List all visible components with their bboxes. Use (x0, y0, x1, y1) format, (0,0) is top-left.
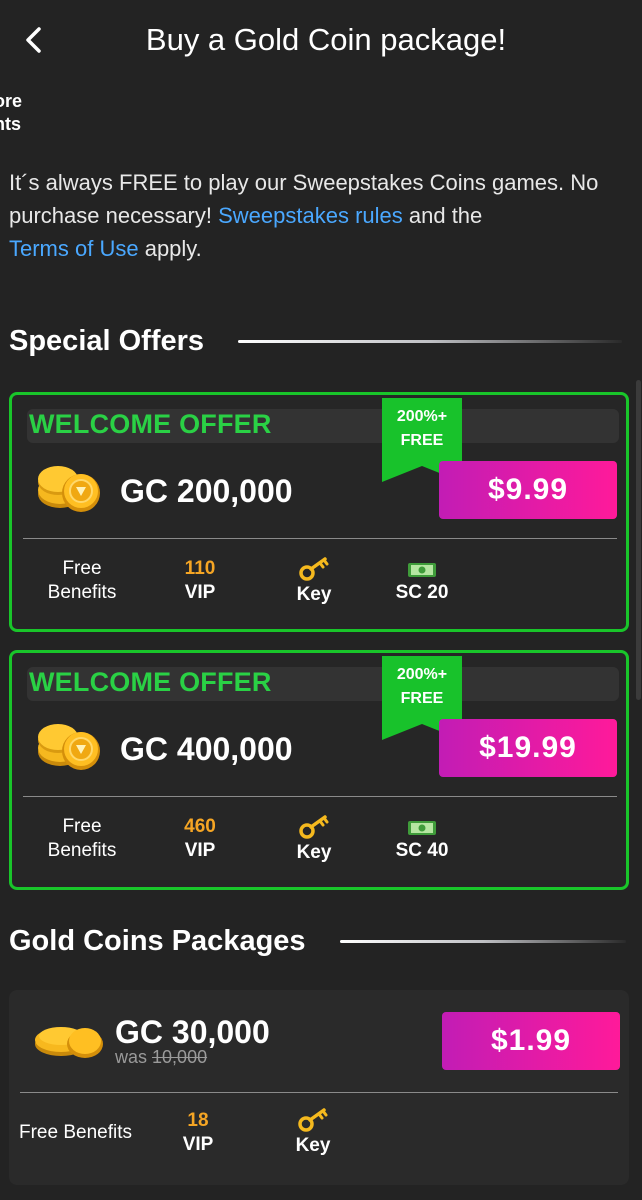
special-offers-heading: Special Offers (9, 325, 623, 358)
gold-coins-icon (38, 724, 100, 770)
offer-card: WELCOME OFFER 200%+ FREE GC 400,000 $19.… (9, 650, 629, 890)
sc-benefit: SC 20 (382, 561, 462, 605)
key-label: Key (295, 1135, 331, 1156)
key-icon (299, 557, 329, 581)
key-icon (299, 815, 329, 839)
offer-card: WELCOME OFFER 200%+ FREE GC 200,000 $9.9… (9, 392, 629, 632)
buy-price-button[interactable]: $19.99 (439, 719, 617, 777)
gold-coins-icon (38, 466, 100, 512)
key-label: Key (296, 842, 332, 863)
gc-amount: GC 30,000 (115, 1014, 270, 1050)
sc-benefit: SC 40 (382, 819, 462, 863)
buy-price-button[interactable]: $1.99 (442, 1012, 620, 1070)
intro-text-2: and the (402, 203, 483, 228)
page-title: Buy a Gold Coin package! (145, 22, 507, 57)
vip-points-value: 18 (187, 1110, 209, 1131)
vip-benefit: 18 VIP (158, 1109, 238, 1157)
vip-label: VIP (184, 582, 216, 603)
intro-paragraph: It´s always FREE to play our Sweepstakes… (9, 166, 634, 265)
buy-price-button[interactable]: $9.99 (439, 461, 617, 519)
vip-points-value: 460 (184, 816, 216, 837)
vip-points-value: 110 (184, 558, 216, 579)
ribbon-line-2: FREE (400, 432, 444, 449)
gc-amount: GC 200,000 (120, 473, 293, 509)
scrollbar[interactable] (636, 380, 641, 700)
ribbon-text: 200%+ FREE (382, 663, 462, 711)
vip-benefit: 460 VIP (160, 815, 240, 863)
free-benefits-label: Free Benefits (42, 557, 122, 605)
welcome-offer-label: WELCOME OFFER (29, 409, 272, 439)
gc-amount: GC 400,000 (120, 731, 293, 767)
key-label: Key (296, 584, 332, 605)
free-benefits-text: Free Benefits (47, 816, 117, 861)
card-divider (20, 1092, 618, 1093)
terms-of-use-link[interactable]: Terms of Use (9, 236, 139, 261)
ribbon-line-1: 200%+ (396, 408, 448, 425)
free-benefits-label: Free Benefits (42, 815, 122, 863)
vip-label: VIP (184, 840, 216, 861)
cash-icon (408, 821, 436, 835)
intro-text-3: apply. (138, 236, 202, 261)
welcome-offer-label: WELCOME OFFER (29, 667, 272, 697)
vip-label: VIP (182, 1134, 214, 1155)
ribbon-text: 200%+ FREE (382, 405, 462, 453)
ribbon-line-1: 200%+ (396, 666, 448, 683)
key-icon (298, 1108, 328, 1132)
sweepstakes-rules-link[interactable]: Sweepstakes rules (218, 203, 403, 228)
ribbon-line-2: FREE (400, 690, 444, 707)
clipped-text-line-2: nts (0, 114, 21, 134)
card-divider (23, 538, 617, 539)
was-value: 10,000 (152, 1047, 208, 1067)
free-benefits-label: Free Benefits (19, 1122, 132, 1143)
clipped-text-line-1: ore (0, 91, 23, 111)
was-price: was 10,000 (115, 1047, 207, 1068)
vip-benefit: 110 VIP (160, 557, 240, 605)
sc-label: SC 40 (395, 840, 449, 861)
was-label: was (115, 1047, 148, 1067)
card-divider (23, 796, 617, 797)
special-offers-title: Special Offers (9, 325, 205, 357)
header: Buy a Gold Coin package! (0, 0, 642, 84)
package-card: GC 30,000 was 10,000 $1.99 Free Benefits… (9, 990, 629, 1185)
key-benefit: Key (274, 555, 354, 607)
key-benefit: Key (273, 1106, 353, 1158)
free-benefits-text: Free Benefits (47, 558, 117, 603)
clipped-side-text: ore nts (0, 90, 40, 136)
gold-packages-heading: Gold Coins Packages (9, 925, 626, 958)
sc-label: SC 20 (395, 582, 449, 603)
section-divider-line (339, 940, 626, 943)
gold-packages-title: Gold Coins Packages (9, 925, 306, 957)
key-benefit: Key (274, 813, 354, 865)
cash-icon (408, 563, 436, 577)
section-divider-line (238, 340, 623, 343)
gold-coins-icon (35, 1027, 103, 1058)
